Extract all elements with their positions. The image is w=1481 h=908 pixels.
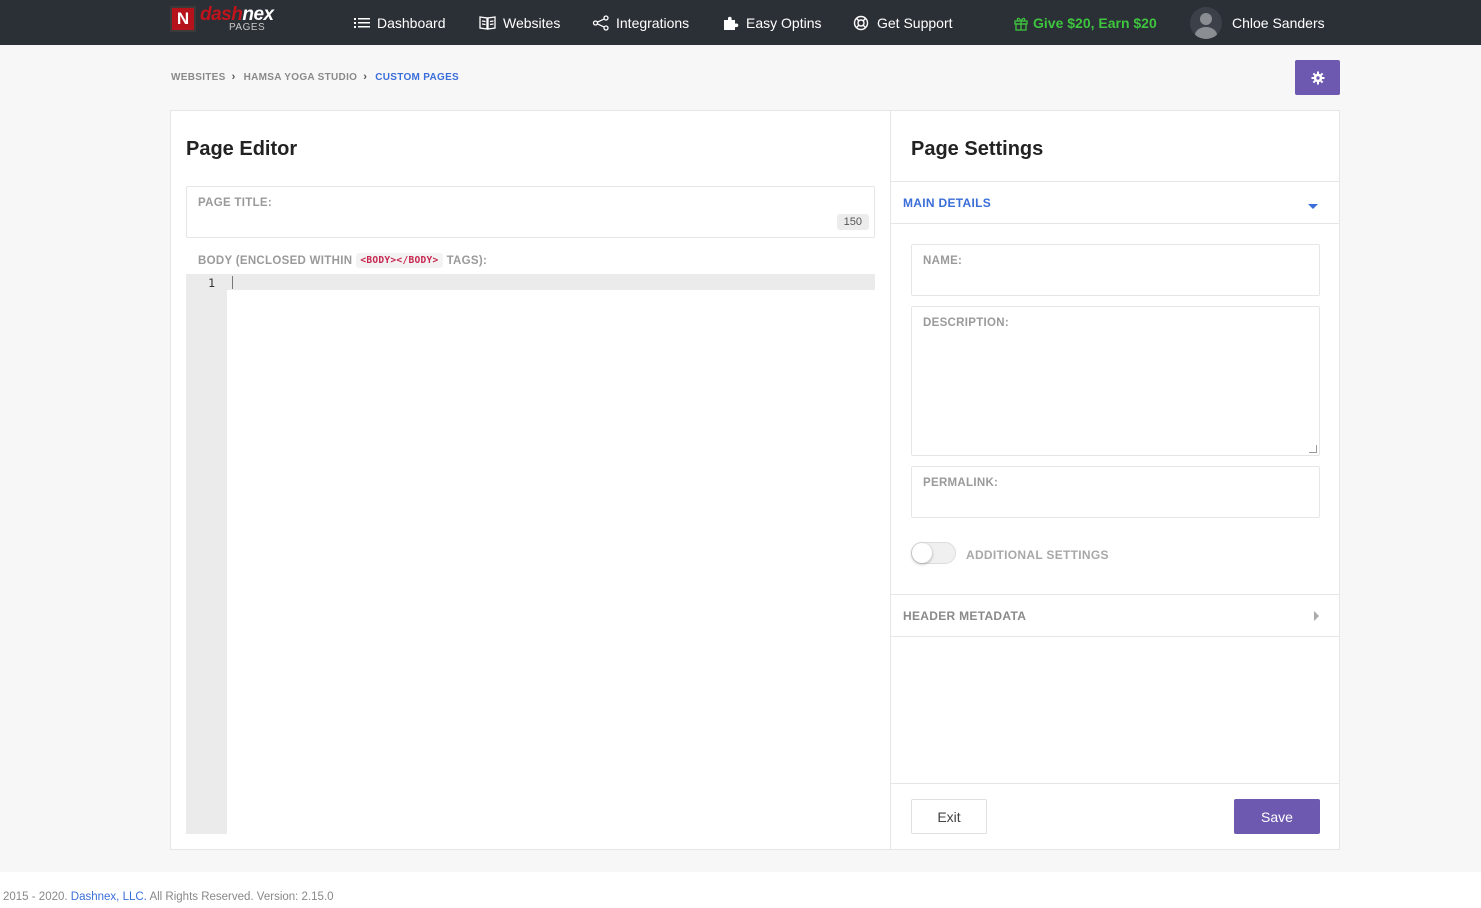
share-icon	[592, 14, 609, 31]
gift-icon	[1014, 17, 1028, 31]
nav-dashboard[interactable]: Dashboard	[353, 0, 446, 45]
description-field[interactable]: DESCRIPTION:	[911, 306, 1320, 456]
chevron-right-icon: ›	[231, 71, 236, 83]
list-icon	[354, 17, 370, 28]
toggle-knob	[912, 543, 932, 563]
logo-subtitle: PAGES	[229, 22, 266, 33]
page-editor-title: Page Editor	[186, 138, 298, 160]
user-name: Chloe Sanders	[1232, 14, 1325, 31]
avatar	[1190, 6, 1222, 39]
footer-years: 2015 - 2020.	[3, 891, 68, 903]
code-editor[interactable]: 1	[186, 274, 875, 834]
dashnex-logo[interactable]: N dashnex PAGES	[170, 5, 300, 33]
footer-company-link[interactable]: Dashnex, LLC.	[71, 891, 147, 903]
nav-get-support-label: Get Support	[877, 14, 953, 31]
footer-text: 2015 - 2020. Dashnex, LLC. All Rights Re…	[3, 891, 334, 903]
nav-websites[interactable]: Websites	[479, 0, 560, 45]
footer-rights: All Rights Reserved. Version: 2.15.0	[149, 891, 334, 903]
page-settings-panel: Page Settings MAIN DETAILS NAME: DESCRIP…	[890, 110, 1340, 850]
active-line-highlight	[227, 274, 875, 290]
logo-badge: N	[170, 6, 196, 32]
nav-get-support[interactable]: Get Support	[853, 0, 953, 45]
main-details-header[interactable]: MAIN DETAILS	[903, 196, 991, 210]
nav-easy-optins[interactable]: Easy Optins	[722, 0, 821, 45]
lifebuoy-icon	[853, 15, 869, 30]
resize-handle-icon[interactable]	[1309, 445, 1317, 453]
footer: 2015 - 2020. Dashnex, LLC. All Rights Re…	[0, 872, 1481, 908]
nav-referral-label: Give $20, Earn $20	[1033, 14, 1157, 31]
line-number: 1	[208, 276, 215, 290]
settings-button[interactable]	[1295, 60, 1340, 95]
breadcrumb: WEBSITES › HAMSA YOGA STUDIO › CUSTOM PA…	[171, 71, 459, 83]
exit-button[interactable]: Exit	[911, 799, 987, 834]
save-button[interactable]: Save	[1234, 799, 1320, 834]
page-title-label: PAGE TITLE:	[198, 197, 273, 209]
text-cursor	[232, 276, 233, 289]
page-settings-title: Page Settings	[911, 138, 1044, 160]
user-menu[interactable]: Chloe Sanders	[1190, 0, 1325, 45]
name-field[interactable]: NAME:	[911, 244, 1320, 296]
body-label: BODY (ENCLOSED WITHIN <BODY></BODY> TAGS…	[198, 253, 487, 268]
header-metadata-header[interactable]: HEADER METADATA	[903, 609, 1026, 623]
divider	[891, 223, 1339, 224]
additional-settings-toggle[interactable]	[911, 542, 956, 564]
body-label-suffix: TAGS):	[446, 254, 488, 267]
char-counter: 150	[836, 214, 869, 230]
name-label: NAME:	[923, 255, 963, 267]
breadcrumb-hamsa-yoga-studio[interactable]: HAMSA YOGA STUDIO	[244, 72, 358, 83]
page-title-field[interactable]: PAGE TITLE: 150	[186, 186, 875, 238]
breadcrumb-websites[interactable]: WEBSITES	[171, 72, 226, 83]
caret-down-icon[interactable]	[1308, 204, 1318, 209]
chevron-right-icon: ›	[363, 71, 368, 83]
page-editor-panel: Page Editor PAGE TITLE: 150 BODY (ENCLOS…	[170, 110, 891, 850]
nav-dashboard-label: Dashboard	[377, 14, 446, 31]
divider	[891, 783, 1339, 784]
top-navbar: N dashnex PAGES Dashboard Websites Integ…	[0, 0, 1481, 45]
nav-websites-label: Websites	[503, 14, 561, 31]
gear-icon	[1311, 71, 1324, 84]
additional-settings-label: ADDITIONAL SETTINGS	[966, 548, 1109, 562]
body-label-prefix: BODY (ENCLOSED WITHIN	[198, 254, 353, 267]
permalink-field[interactable]: PERMALINK:	[911, 466, 1320, 518]
divider	[891, 181, 1339, 182]
divider	[891, 594, 1339, 595]
nav-integrations-label: Integrations	[616, 14, 690, 31]
divider	[891, 636, 1339, 637]
caret-right-icon[interactable]	[1314, 611, 1319, 621]
permalink-label: PERMALINK:	[923, 477, 999, 489]
book-icon	[479, 15, 496, 30]
nav-referral-promo[interactable]: Give $20, Earn $20	[1014, 0, 1157, 45]
puzzle-icon	[724, 16, 739, 30]
nav-integrations[interactable]: Integrations	[592, 0, 689, 45]
nav-easy-optins-label: Easy Optins	[746, 14, 822, 31]
breadcrumb-custom-pages[interactable]: CUSTOM PAGES	[375, 72, 459, 83]
description-label: DESCRIPTION:	[923, 317, 1010, 329]
body-tag-code: <BODY></BODY>	[356, 253, 443, 268]
line-number-gutter	[186, 274, 227, 834]
